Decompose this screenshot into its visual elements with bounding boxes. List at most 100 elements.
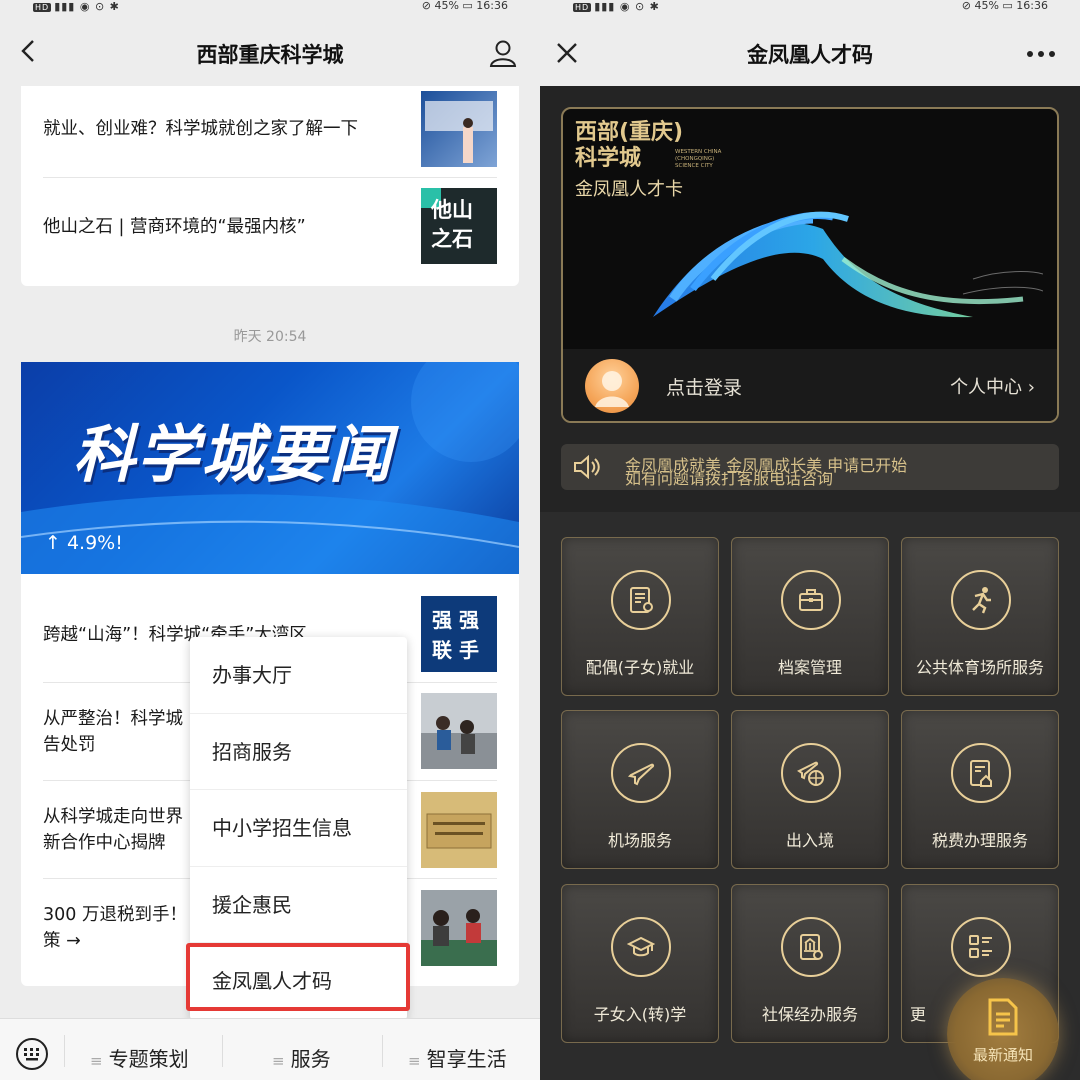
network-label: HD bbox=[33, 3, 52, 12]
logo-en-line: WESTERN CHINA bbox=[675, 149, 722, 155]
more-options-icon[interactable] bbox=[1026, 50, 1056, 58]
thumb-text: 他山 bbox=[431, 198, 473, 222]
menu-label: 服务 bbox=[290, 1047, 331, 1071]
news-banner[interactable]: 科学城要闻 ↑ 4.9%! bbox=[21, 362, 519, 574]
article-title: 他山之石 | 营商环境的“最强内核” bbox=[43, 217, 306, 237]
service-tile-tax[interactable]: 税费办理服务 bbox=[901, 710, 1059, 869]
tile-label: 机场服务 bbox=[607, 831, 672, 850]
page-title: 西部重庆科学城 bbox=[196, 43, 344, 67]
menu-label: 专题策划 bbox=[108, 1047, 189, 1071]
battery-percent: 45% bbox=[974, 0, 999, 12]
menu-label: 智享生活 bbox=[426, 1047, 507, 1071]
article-item[interactable]: 他山之石 | 营商环境的“最强内核” 他山 之石 bbox=[43, 188, 497, 266]
status-right: ⊘ 45% ▭ 16:36 bbox=[961, 0, 1048, 12]
article-thumbnail bbox=[421, 693, 497, 769]
status-bar: HD ▮▮▮ ◉ ⊙ ✱ ⊘ 45% ▭ 16:36 bbox=[0, 0, 540, 14]
thumb-text: 强 强 bbox=[432, 608, 479, 632]
graduation-cap-icon bbox=[627, 936, 655, 957]
menu-topics[interactable]: ≡ 专题策划 bbox=[90, 1043, 189, 1072]
briefcase-icon bbox=[799, 589, 823, 611]
status-time: 16:36 bbox=[476, 0, 508, 12]
talent-card: 西部(重庆) 科学城 WESTERN CHINA (CHONGQING) SCI… bbox=[561, 107, 1059, 423]
menu-item-investment[interactable]: 招商服务 bbox=[190, 714, 407, 790]
card-logo-line1: 西部(重庆) bbox=[575, 120, 684, 145]
article-title: 从严整治！科学城 bbox=[43, 709, 183, 729]
article-item[interactable]: 就业、创业难？科学城就创之家了解一下 bbox=[43, 91, 497, 173]
notice-text-next: 如有问题请拨打客服电话咨询 bbox=[625, 472, 834, 486]
service-tile-spouse-employment[interactable]: 配偶(子女)就业 bbox=[561, 537, 719, 696]
article-title: 就业、创业难？科学城就创之家了解一下 bbox=[43, 119, 358, 139]
article-title: 从科学城走向世界 bbox=[43, 807, 183, 827]
status-right: ⊘ 45% ▭ 16:36 bbox=[421, 0, 508, 12]
chevron-right-icon: › bbox=[1027, 377, 1035, 398]
menu-item-service-hall[interactable]: 办事大厅 bbox=[190, 637, 407, 714]
login-bar[interactable]: 点击登录 个人中心 › bbox=[563, 349, 1057, 421]
bottom-menu-bar: ≡ 专题策划 ≡ 服务 ≡ 智享生活 bbox=[0, 1018, 540, 1080]
notice-bar[interactable]: 金凤凰成就美 金凤凰成长美 申请已开始 如有问题请拨打客服电话咨询 bbox=[561, 444, 1059, 490]
personal-center-link[interactable]: 个人中心 › bbox=[950, 373, 1035, 399]
speaker-icon bbox=[574, 455, 600, 479]
article-thumbnail: 强 强 联 手 bbox=[421, 596, 497, 672]
circle-badge bbox=[611, 570, 671, 630]
service-tile-social-security[interactable]: 社保经办服务 bbox=[731, 884, 889, 1043]
card-logo-en: WESTERN CHINA (CHONGQING) SCIENCE CITY bbox=[675, 149, 721, 170]
service-tile-immigration[interactable]: 出入境 bbox=[731, 710, 889, 869]
thumb-text: 之石 bbox=[431, 227, 473, 251]
service-tile-airport[interactable]: 机场服务 bbox=[561, 710, 719, 869]
service-tile-school-transfer[interactable]: 子女入(转)学 bbox=[561, 884, 719, 1043]
logo-en-line: SCIENCE CITY bbox=[675, 163, 713, 169]
runner-icon bbox=[972, 587, 991, 614]
notice-document-icon bbox=[988, 998, 1018, 1036]
menu-lines-icon: ≡ bbox=[90, 1052, 103, 1070]
article-title: 300 万退税到手！ bbox=[43, 905, 187, 925]
latest-notice-button[interactable]: 最新通知 bbox=[947, 978, 1059, 1080]
menu-smart-life[interactable]: ≡ 智享生活 bbox=[408, 1043, 507, 1072]
menu-lines-icon: ≡ bbox=[272, 1052, 285, 1070]
user-profile-icon[interactable] bbox=[488, 38, 518, 68]
article-title-line2: 告处罚 bbox=[43, 735, 96, 755]
highlight-box bbox=[186, 943, 410, 1011]
personal-center-label: 个人中心 bbox=[950, 377, 1023, 398]
menu-lines-icon: ≡ bbox=[408, 1052, 421, 1070]
divider bbox=[43, 177, 497, 178]
right-phone-screen: HD ▮▮▮ ◉ ⊙ ✱ ⊘ 45% ▭ 16:36 金凤凰人才码 西部(重庆) … bbox=[540, 0, 1080, 1080]
menu-item-business-support[interactable]: 援企惠民 bbox=[190, 867, 407, 943]
article-thumbnail bbox=[421, 890, 497, 966]
fab-label: 最新通知 bbox=[972, 1046, 1033, 1064]
tile-label: 档案管理 bbox=[777, 658, 842, 677]
menu-item-school-enrollment[interactable]: 中小学招生信息 bbox=[190, 790, 407, 867]
social-security-icon bbox=[800, 934, 823, 960]
service-tile-sports-venue[interactable]: 公共体育场所服务 bbox=[901, 537, 1059, 696]
article-thumbnail: 他山 之石 bbox=[421, 188, 497, 264]
tile-label: 出入境 bbox=[785, 831, 834, 850]
article-title-line2: 策 → bbox=[43, 931, 81, 951]
service-tile-archive[interactable]: 档案管理 bbox=[731, 537, 889, 696]
message-timestamp: 昨天 20:54 bbox=[233, 329, 307, 345]
circle-badge bbox=[951, 917, 1011, 977]
menu-separator bbox=[64, 1035, 65, 1067]
network-label: HD bbox=[573, 3, 592, 12]
banner-title: 科学城要闻 bbox=[73, 418, 394, 491]
circle-badge bbox=[611, 917, 671, 977]
card-logo-line2: 科学城 bbox=[575, 146, 642, 171]
plane-globe-icon bbox=[797, 761, 824, 786]
tile-label: 配偶(子女)就业 bbox=[585, 658, 695, 677]
keyboard-icon[interactable] bbox=[15, 1037, 49, 1071]
tax-document-icon bbox=[970, 760, 992, 787]
page-title: 金凤凰人才码 bbox=[747, 43, 873, 67]
tile-label: 税费办理服务 bbox=[931, 831, 1028, 850]
tile-label: 社保经办服务 bbox=[761, 1005, 858, 1024]
airplane-icon bbox=[627, 763, 655, 786]
status-left-icons: HD ▮▮▮ ◉ ⊙ ✱ bbox=[33, 0, 120, 13]
circle-badge bbox=[781, 570, 841, 630]
circle-badge bbox=[781, 743, 841, 803]
circle-badge bbox=[951, 570, 1011, 630]
avatar[interactable] bbox=[585, 359, 639, 413]
login-link[interactable]: 点击登录 bbox=[666, 373, 742, 400]
menu-separator bbox=[382, 1035, 383, 1067]
card-subtitle: 金凤凰人才卡 bbox=[575, 179, 683, 200]
id-card-icon bbox=[630, 587, 653, 613]
menu-services[interactable]: ≡ 服务 bbox=[272, 1043, 331, 1072]
banner-subtitle: ↑ 4.9%! bbox=[45, 532, 123, 554]
circle-badge bbox=[951, 743, 1011, 803]
